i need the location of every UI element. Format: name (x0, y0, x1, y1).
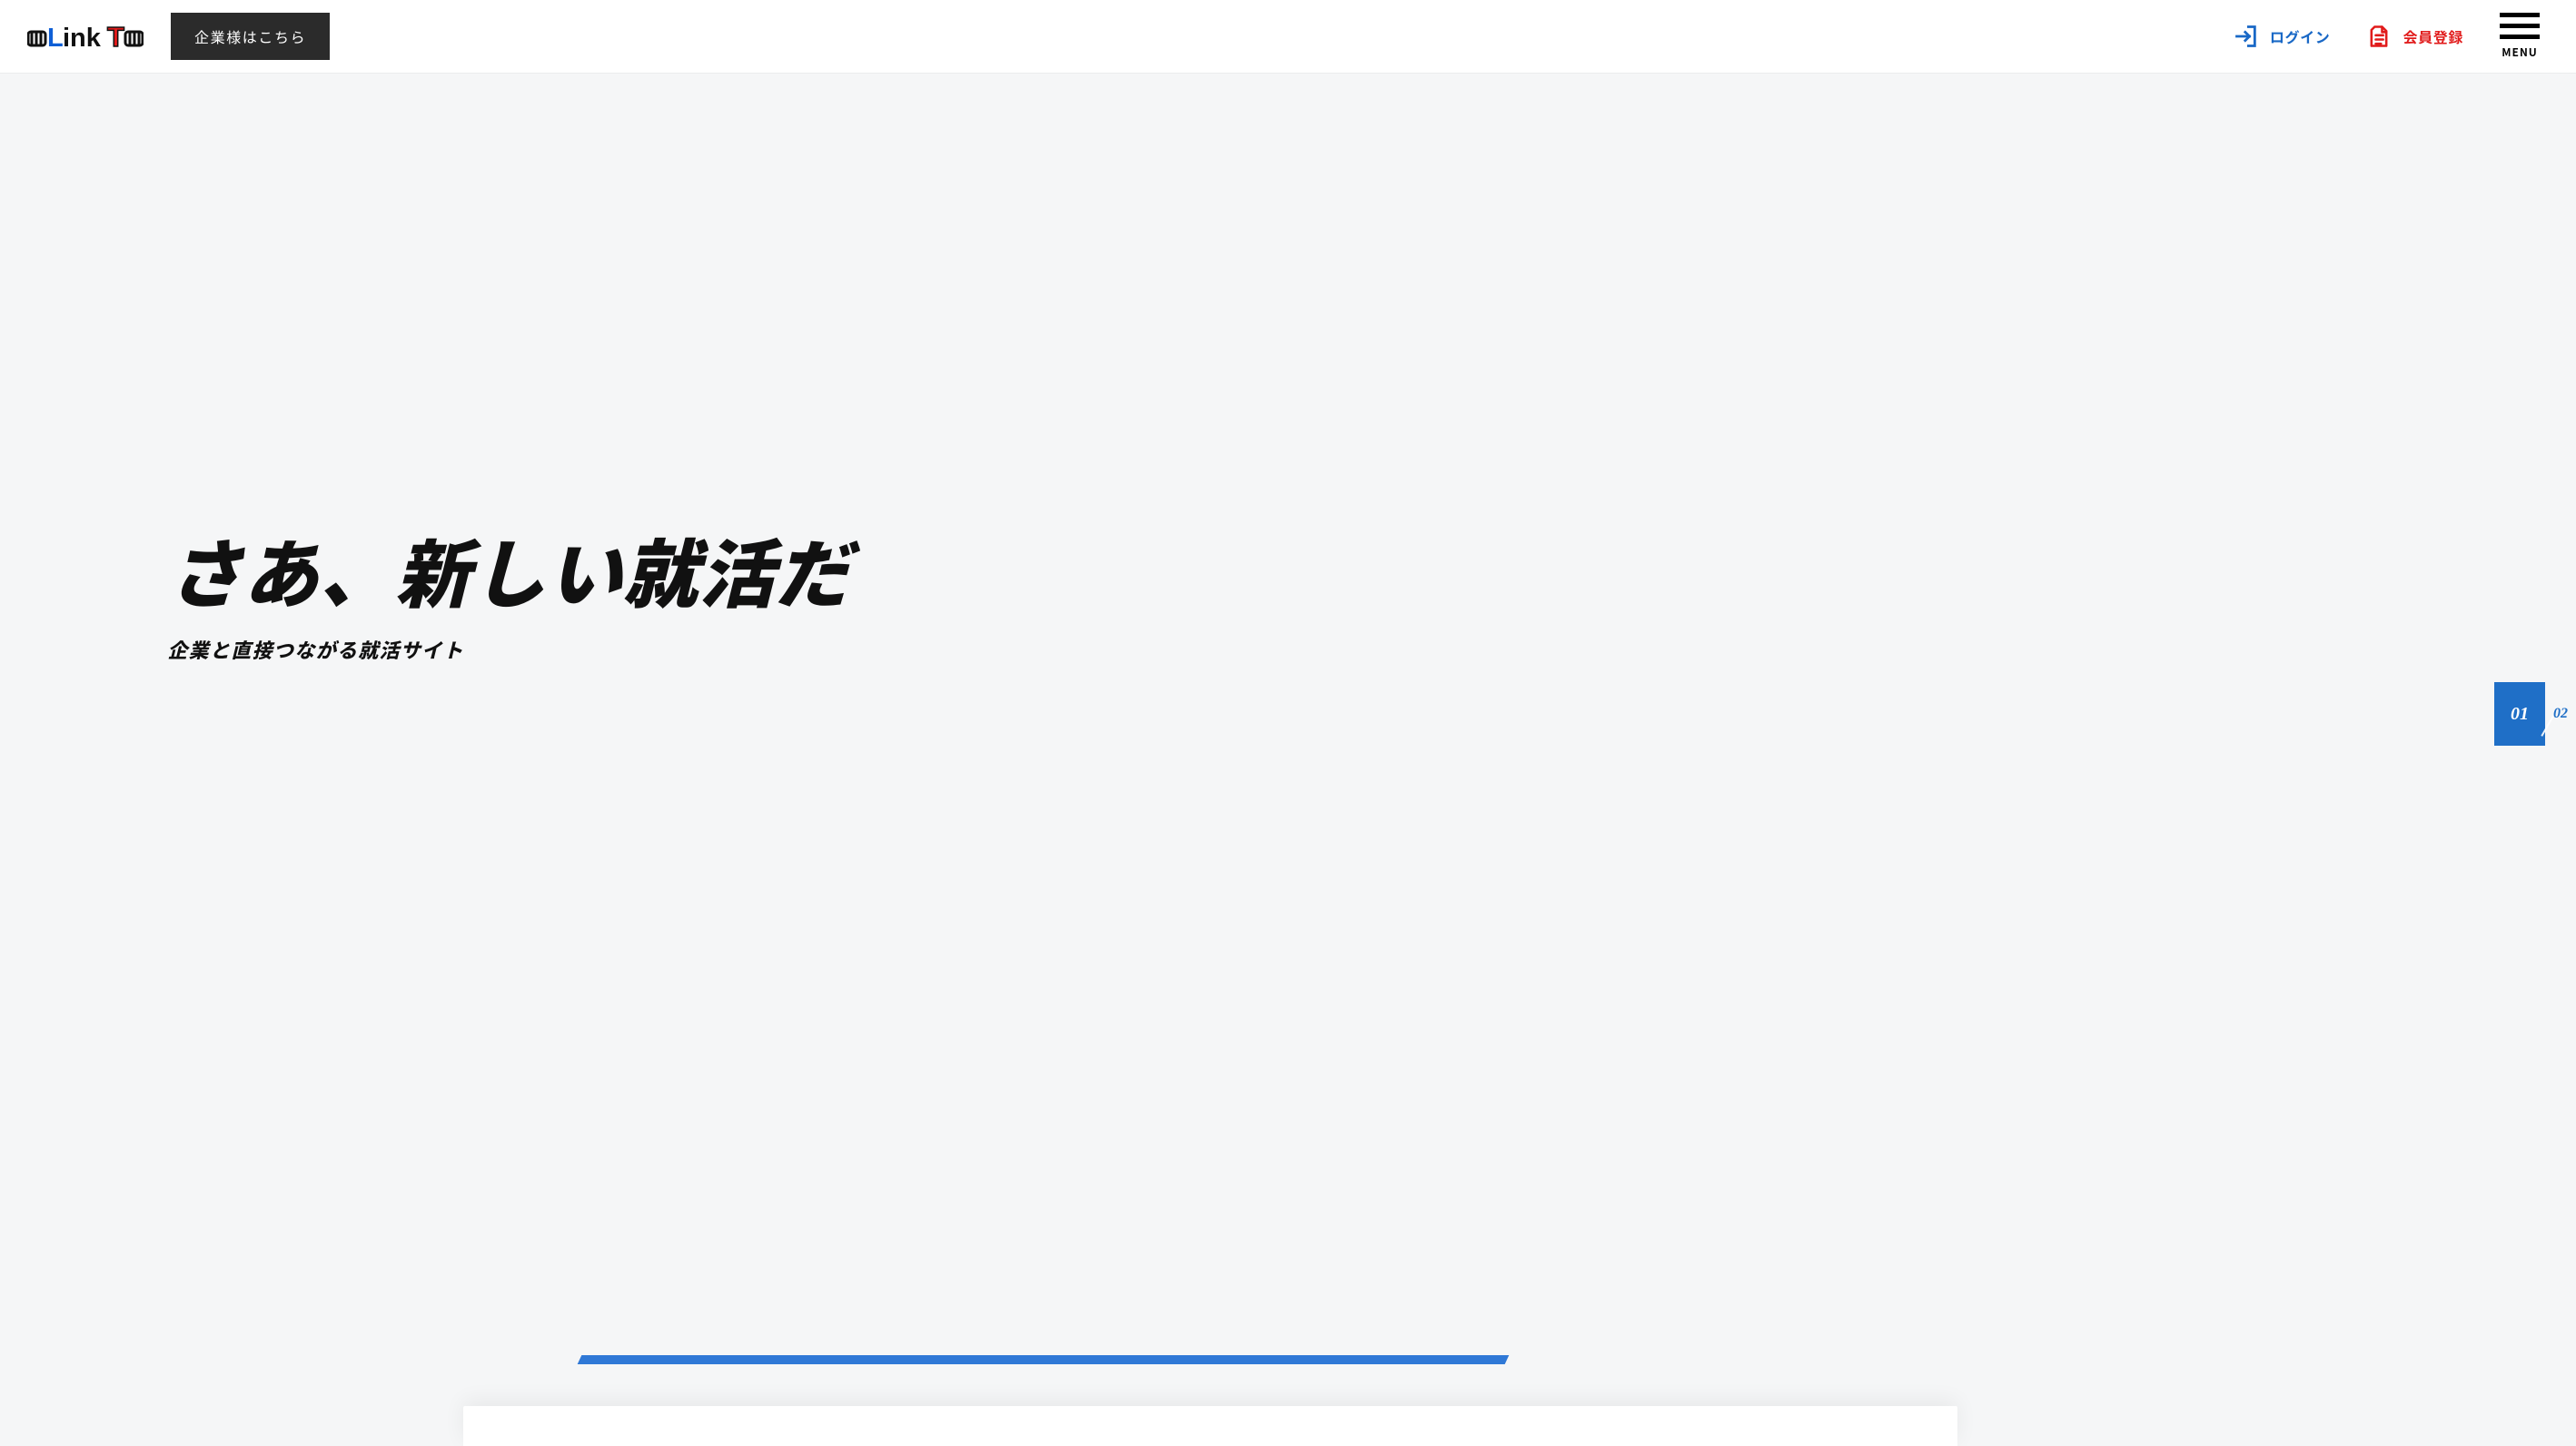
hero-copy: さあ、新しい就活だ 企業と直接つながる就活サイト (167, 530, 851, 664)
signup-icon (2366, 24, 2392, 49)
login-icon (2234, 24, 2259, 49)
signup-label: 会員登録 (2403, 25, 2463, 47)
slide-current-number: 01 (2511, 704, 2529, 725)
slide-indicator: 01 02 (2494, 682, 2576, 746)
svg-text:ink: ink (63, 24, 102, 53)
menu-label: MENU (2502, 45, 2537, 60)
company-cta-button[interactable]: 企業様はこちら (171, 13, 330, 60)
hero-section: さあ、新しい就活だ 企業と直接つながる就活サイト (0, 0, 2576, 1428)
slide-next[interactable]: 02 (2545, 682, 2576, 746)
hero-subtitle: 企業と直接つながる就活サイト (167, 635, 851, 664)
brand-logo[interactable]: L ink T (27, 15, 144, 57)
login-label: ログイン (2270, 25, 2331, 47)
accent-underline (578, 1355, 1510, 1364)
logo-svg: L ink T (27, 15, 144, 57)
login-link[interactable]: ログイン (2234, 24, 2331, 49)
svg-text:L: L (47, 24, 64, 53)
svg-text:T: T (107, 21, 124, 53)
slide-current[interactable]: 01 (2494, 682, 2545, 746)
header-actions: ログイン 会員登録 MENU (2234, 13, 2540, 60)
hero-title: さあ、新しい就活だ (167, 530, 851, 611)
hamburger-icon (2500, 13, 2540, 39)
signup-link[interactable]: 会員登録 (2366, 24, 2463, 49)
menu-button[interactable]: MENU (2500, 13, 2540, 60)
bottom-panel-peek (463, 1406, 1957, 1446)
site-header: L ink T 企業様はこちら ログイン (0, 0, 2576, 73)
slide-next-number: 02 (2553, 706, 2568, 722)
